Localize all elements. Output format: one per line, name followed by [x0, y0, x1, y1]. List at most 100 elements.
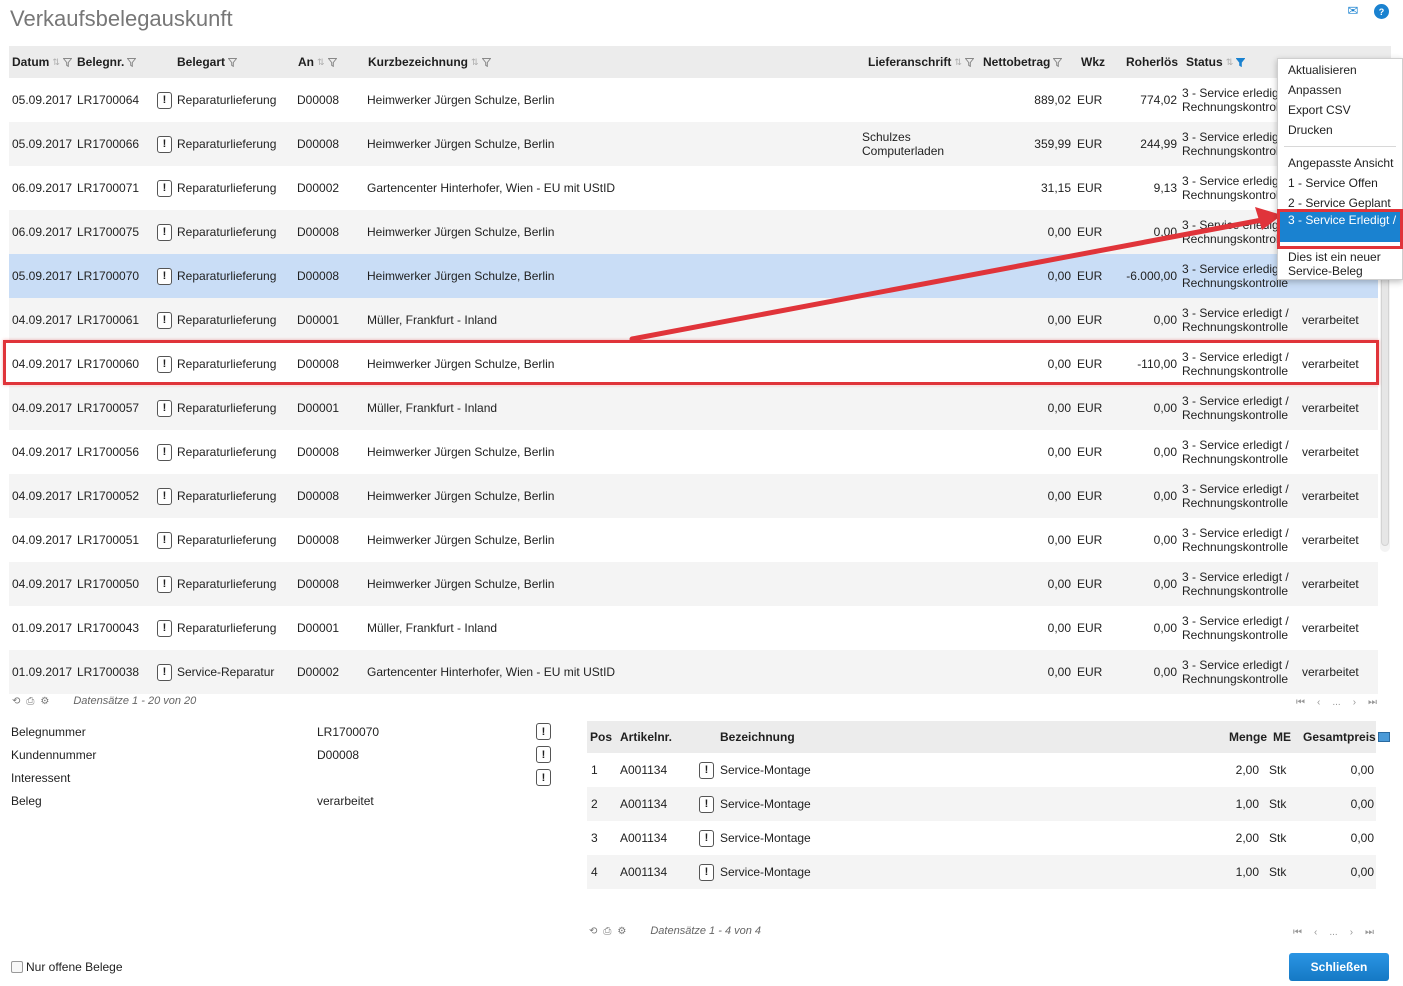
settings-icon[interactable]: ⚙ [617, 926, 626, 937]
menu-item[interactable]: Export CSV [1288, 103, 1351, 117]
table-row[interactable]: 04.09.2017 LR1700051! Reparaturlieferung D0… [9, 518, 1378, 562]
menu-view-item[interactable]: Angepasste Ansicht [1288, 156, 1393, 170]
cell-action[interactable]: ! [157, 166, 172, 210]
exclamation-icon[interactable]: ! [157, 663, 172, 681]
refresh-icon[interactable]: ⟲ [589, 926, 597, 937]
cell-action[interactable]: ! [157, 474, 172, 518]
column-header[interactable]: Kurzbezeichnung ⇅ [368, 46, 491, 78]
exclamation-icon[interactable]: ! [157, 135, 172, 153]
filter-icon[interactable] [964, 57, 974, 67]
cell-action[interactable]: ! [699, 787, 714, 821]
filter-icon[interactable] [228, 57, 238, 67]
menu-item[interactable]: Aktualisieren [1288, 63, 1357, 77]
prev-page-icon[interactable]: ‹ [1314, 927, 1317, 938]
cell-action[interactable]: ! [157, 518, 172, 562]
menu-item[interactable]: Drucken [1288, 123, 1333, 137]
column-chooser-icon[interactable] [1378, 732, 1390, 742]
print-icon[interactable]: ⎙ [26, 696, 34, 707]
cell-action[interactable]: ! [157, 210, 172, 254]
column-header[interactable]: Menge [1229, 721, 1267, 753]
help-icon[interactable]: ? [1374, 4, 1389, 19]
column-header[interactable]: An ⇅ [298, 46, 337, 78]
next-page-icon[interactable]: › [1350, 927, 1353, 938]
cell-action[interactable]: ! [157, 254, 172, 298]
filter-icon[interactable] [127, 57, 137, 67]
column-header[interactable]: Roherlös [1126, 46, 1178, 78]
exclamation-icon[interactable]: ! [699, 863, 714, 881]
exclamation-icon[interactable]: ! [157, 487, 172, 505]
filter-icon[interactable] [1053, 57, 1063, 67]
last-page-icon[interactable]: ⏭ [1368, 697, 1377, 708]
exclamation-icon[interactable]: ! [699, 761, 714, 779]
column-header[interactable]: Nettobetrag [983, 46, 1063, 78]
menu-view-item[interactable]: 2 - Service Geplant [1288, 196, 1391, 210]
table-row[interactable]: 04.09.2017 LR1700050! Reparaturlieferung D0… [9, 562, 1378, 606]
column-header[interactable]: Artikelnr. [620, 721, 672, 753]
close-button[interactable]: Schließen [1289, 953, 1389, 981]
exclamation-icon[interactable]: ! [157, 311, 172, 329]
column-header[interactable]: Gesamtpreis [1303, 721, 1376, 753]
column-header[interactable]: Belegart [177, 46, 238, 78]
filter-icon[interactable] [62, 57, 72, 67]
cell-action[interactable]: ! [157, 78, 172, 122]
exclamation-icon[interactable]: ! [157, 443, 172, 461]
table-row[interactable]: 04.09.2017 LR1700052! Reparaturlieferung D0… [9, 474, 1378, 518]
exclamation-icon[interactable]: ! [157, 91, 172, 109]
filter-icon[interactable] [327, 57, 337, 67]
table-row[interactable]: 01.09.2017 LR1700038! Service-Reparatur D00… [9, 650, 1378, 694]
open-documents-checkbox[interactable] [11, 961, 23, 973]
cell-action[interactable]: ! [157, 122, 172, 166]
first-page-icon[interactable]: ⏮ [1293, 927, 1302, 938]
sort-icon[interactable]: ⇅ [52, 46, 60, 78]
column-header[interactable]: Bezeichnung [720, 721, 795, 753]
cell-action[interactable]: ! [699, 753, 714, 787]
last-page-icon[interactable]: ⏭ [1365, 927, 1374, 938]
exclamation-icon[interactable]: ! [699, 795, 714, 813]
cell-action[interactable]: ! [157, 386, 172, 430]
mail-icon[interactable]: ✉ [1344, 3, 1362, 18]
sort-icon[interactable]: ⇅ [1226, 46, 1234, 78]
sort-icon[interactable]: ⇅ [471, 46, 479, 78]
table-row[interactable]: 04.09.2017 LR1700057! Reparaturlieferung D0… [9, 386, 1378, 430]
table-row[interactable]: 04.09.2017 LR1700061! Reparaturlieferung D0… [9, 298, 1378, 342]
table-row[interactable]: 4 A001134! Service-Montage 1,00 Stk 0,00 [587, 855, 1376, 889]
cell-action[interactable]: ! [157, 430, 172, 474]
cell-action[interactable]: ! [699, 821, 714, 855]
exclamation-icon[interactable]: ! [536, 723, 551, 740]
column-header[interactable]: Belegnr. [77, 46, 137, 78]
open-documents-filter[interactable]: Nur offene Belege [11, 960, 123, 974]
table-row[interactable]: 05.09.2017 LR1700070! Reparaturlieferung D0… [9, 254, 1378, 298]
exclamation-icon[interactable]: ! [157, 267, 172, 285]
sort-icon[interactable]: ⇅ [317, 46, 325, 78]
sort-icon[interactable]: ⇅ [954, 46, 962, 78]
prev-page-icon[interactable]: ‹ [1317, 697, 1320, 708]
next-page-icon[interactable]: › [1353, 697, 1356, 708]
column-header[interactable]: Datum ⇅ [12, 46, 72, 78]
cell-action[interactable]: ! [157, 298, 172, 342]
table-row[interactable]: 05.09.2017 LR1700064! Reparaturlieferung D0… [9, 78, 1378, 122]
exclamation-icon[interactable]: ! [157, 223, 172, 241]
settings-icon[interactable]: ⚙ [40, 696, 49, 707]
cell-action[interactable]: ! [699, 855, 714, 889]
filter-icon[interactable] [481, 57, 491, 67]
table-row[interactable]: 06.09.2017 LR1700071! Reparaturlieferung D0… [9, 166, 1378, 210]
exclamation-icon[interactable]: ! [157, 619, 172, 637]
menu-view-item[interactable]: Dies ist ein neuer Service-Beleg [1288, 250, 1398, 278]
filter-icon[interactable] [1236, 57, 1246, 67]
column-header[interactable]: Wkz [1081, 46, 1105, 78]
exclamation-icon[interactable]: ! [157, 399, 172, 417]
table-row[interactable]: 04.09.2017 LR1700056! Reparaturlieferung D0… [9, 430, 1378, 474]
cell-action[interactable]: ! [157, 562, 172, 606]
column-header[interactable]: Lieferanschrift ⇅ [868, 46, 974, 78]
cell-action[interactable]: ! [157, 606, 172, 650]
column-header[interactable]: ME [1273, 721, 1291, 753]
table-row[interactable]: 3 A001134! Service-Montage 2,00 Stk 0,00 [587, 821, 1376, 855]
first-page-icon[interactable]: ⏮ [1296, 697, 1305, 708]
table-row[interactable]: 2 A001134! Service-Montage 1,00 Stk 0,00 [587, 787, 1376, 821]
table-row[interactable]: 05.09.2017 LR1700066! Reparaturlieferung D0… [9, 122, 1378, 166]
exclamation-icon[interactable]: ! [157, 179, 172, 197]
print-icon[interactable]: ⎙ [603, 926, 611, 937]
exclamation-icon[interactable]: ! [699, 829, 714, 847]
column-header[interactable]: Pos [590, 721, 612, 753]
exclamation-icon[interactable]: ! [536, 769, 551, 786]
